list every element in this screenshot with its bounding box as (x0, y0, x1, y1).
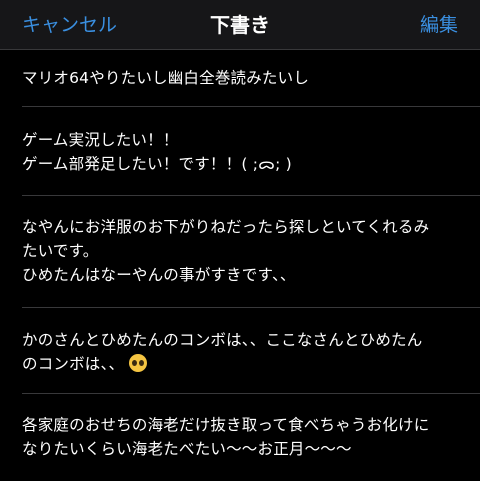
draft-item[interactable]: ゲーム実況したい！！ ゲーム部発足したい！です！！( ;ᯅ; ) (0, 128, 480, 176)
separator (22, 106, 480, 107)
separator (22, 195, 480, 196)
draft-text: なやんにお洋服のお下がりねだったら探しといてくれるみ たいです。 ひめたんはなーやん… (22, 218, 430, 284)
draft-text: ゲーム実況したい！！ ゲーム部発足したい！です！！( ;ᯅ; ) (22, 131, 292, 173)
draft-text: 各家庭のおせちの海老だけ抜き取って食べちゃうお化けに なりたいくらい海老たべたい〜… (22, 416, 430, 458)
separator (22, 307, 480, 308)
draft-item[interactable]: 各家庭のおせちの海老だけ抜き取って食べちゃうお化けに なりたいくらい海老たべたい〜… (0, 413, 480, 461)
separator (22, 393, 480, 394)
draft-item[interactable]: なやんにお洋服のお下がりねだったら探しといてくれるみ たいです。 ひめたんはなーやん… (0, 215, 480, 287)
draft-item[interactable]: マリオ64やりたいし幽白全巻読みたいし (0, 66, 480, 90)
draft-text: マリオ64やりたいし幽白全巻読みたいし (22, 69, 310, 87)
navigation-bar: キャンセル 下書き 編集 (0, 0, 480, 50)
draft-text: かのさんとひめたんのコンボは、、ここなさんとひめたん のコンボは、、 (22, 331, 423, 373)
pleading-face-emoji-icon (129, 354, 148, 372)
page-title: 下書き (210, 13, 270, 37)
edit-button[interactable]: 編集 (420, 10, 458, 37)
draft-item[interactable]: かのさんとひめたんのコンボは、、ここなさんとひめたん のコンボは、、 (0, 328, 480, 376)
